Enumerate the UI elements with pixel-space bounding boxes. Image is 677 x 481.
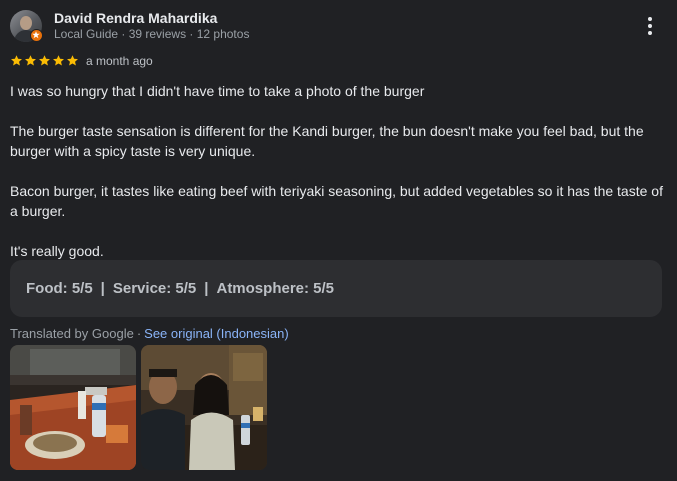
star-icon bbox=[25, 55, 36, 66]
star-icon bbox=[11, 55, 22, 66]
review-photo[interactable] bbox=[10, 345, 136, 470]
avatar-face bbox=[20, 16, 32, 30]
translated-dot: · bbox=[136, 326, 142, 341]
author-name[interactable]: David Rendra Mahardika bbox=[54, 10, 217, 26]
rating-separator: | bbox=[204, 280, 209, 297]
review-card: David Rendra Mahardika Local Guide · 39 … bbox=[0, 0, 677, 481]
review-paragraph: It's really good. bbox=[10, 243, 104, 259]
photo-diners bbox=[141, 345, 267, 470]
atmosphere-rating: Atmosphere: 5/5 bbox=[216, 280, 335, 297]
translation-notice: Translated by Google · See original (Indon… bbox=[10, 326, 289, 341]
menu-dot bbox=[648, 24, 652, 28]
review-paragraph: I was so hungry that I didn't have time … bbox=[10, 83, 425, 99]
menu-dot bbox=[648, 17, 652, 21]
food-rating: Food: 5/5 bbox=[26, 280, 93, 297]
review-paragraph: Bacon burger, it tastes like eating beef… bbox=[10, 183, 663, 219]
translated-by-label: Translated by Google bbox=[10, 326, 134, 341]
more-vert-icon[interactable] bbox=[640, 14, 660, 38]
local-guide-badge-icon bbox=[30, 29, 43, 42]
author-meta: Local Guide · 39 reviews · 12 photos bbox=[54, 27, 250, 41]
menu-dot bbox=[648, 31, 652, 35]
review-photo[interactable] bbox=[141, 345, 267, 470]
service-rating: Service: 5/5 bbox=[112, 280, 197, 297]
review-time: a month ago bbox=[86, 54, 153, 68]
star-rating bbox=[10, 54, 79, 67]
see-original-link[interactable]: See original (Indonesian) bbox=[144, 326, 289, 341]
sub-ratings: Food: 5/5 | Service: 5/5 | Atmosphere: 5… bbox=[10, 260, 662, 317]
star-icon bbox=[67, 55, 78, 66]
photo-table-drinks bbox=[10, 345, 136, 470]
star-icon bbox=[39, 55, 50, 66]
review-text: I was so hungry that I didn't have time … bbox=[10, 81, 665, 261]
review-paragraph: The burger taste sensation is different … bbox=[10, 123, 644, 159]
rating-separator: | bbox=[100, 280, 105, 297]
star-icon bbox=[53, 55, 64, 66]
badge-star-icon bbox=[32, 31, 40, 39]
